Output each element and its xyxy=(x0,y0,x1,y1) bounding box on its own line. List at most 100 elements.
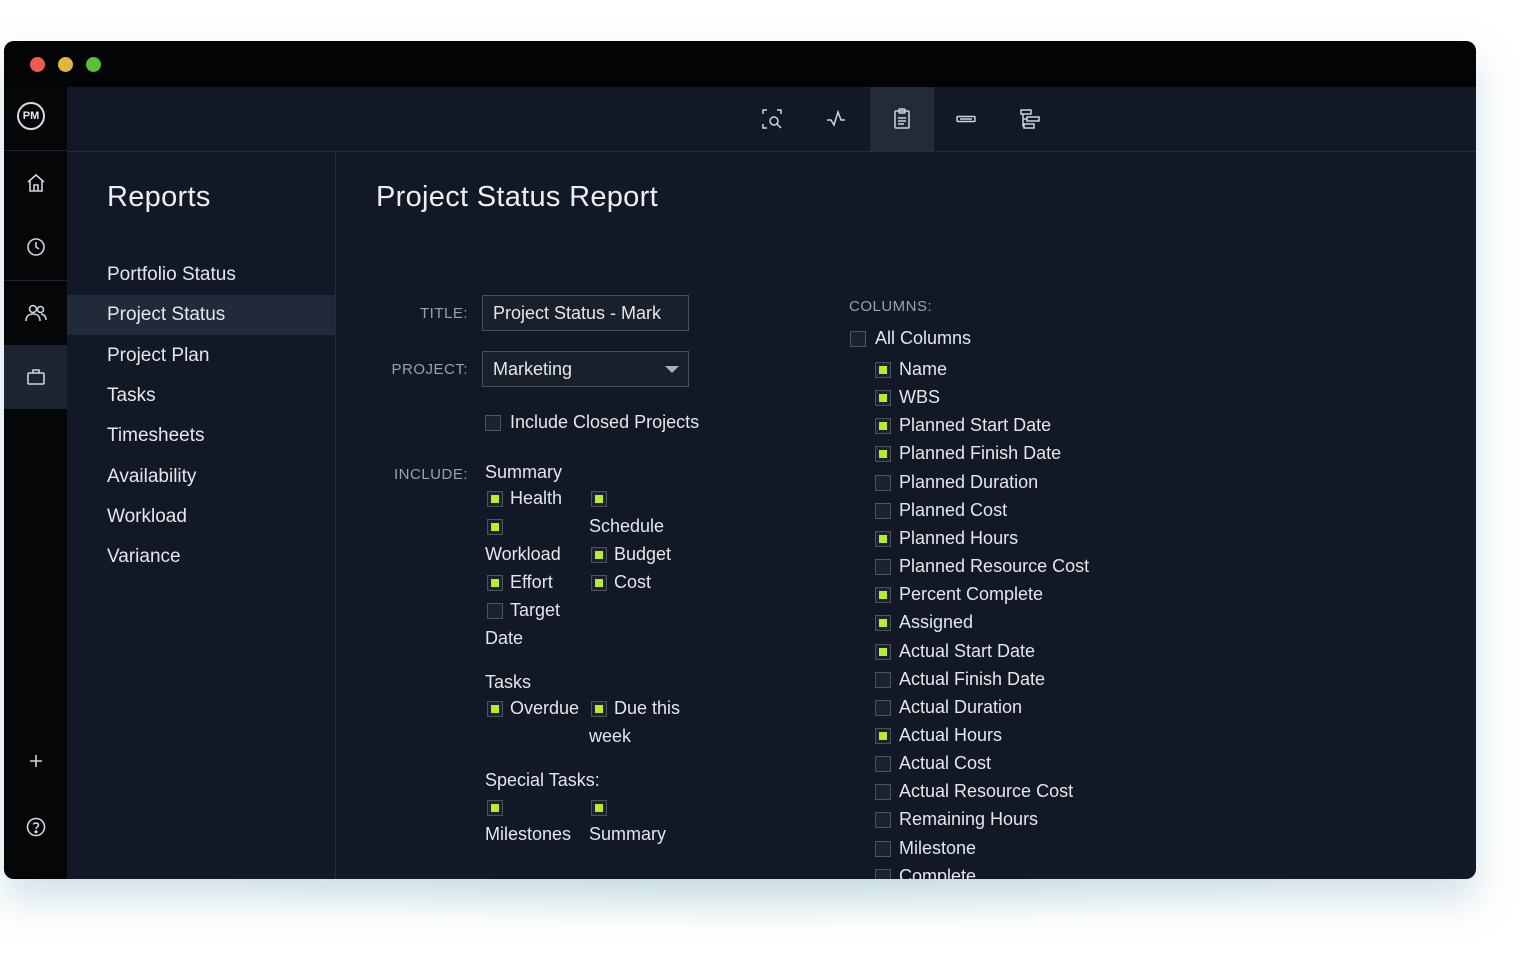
close-window-button[interactable] xyxy=(30,57,45,72)
column-planned-finish-date-checkbox[interactable] xyxy=(875,446,891,462)
cost-label: Cost xyxy=(614,572,652,592)
column-actual-start-date-checkbox[interactable] xyxy=(875,644,891,660)
effort-checkbox[interactable] xyxy=(487,575,503,591)
column-remaining-hours-checkbox[interactable] xyxy=(875,812,891,828)
column-planned-duration-label: Planned Duration xyxy=(899,472,1039,492)
page-title: Project Status Report xyxy=(376,181,658,213)
column-complete-checkbox[interactable] xyxy=(875,869,891,879)
icon-rail: PM xyxy=(4,87,67,879)
due-this-week-label-line2: week xyxy=(589,726,632,746)
column-wbs-label: WBS xyxy=(899,387,941,407)
schedule-label: Schedule xyxy=(589,516,665,536)
all-columns-checkbox[interactable] xyxy=(850,331,866,347)
include-closed-label: Include Closed Projects xyxy=(510,412,700,432)
target-date-label-line2: Date xyxy=(485,628,524,648)
pm-logo[interactable]: PM xyxy=(17,102,45,130)
milestones-label: Milestones xyxy=(485,824,572,844)
column-actual-cost-label: Actual Cost xyxy=(899,753,992,773)
sidebar-item-tasks[interactable]: Tasks xyxy=(67,376,335,416)
sidebar-item-portfolio-status[interactable]: Portfolio Status xyxy=(67,255,335,295)
help-icon[interactable] xyxy=(4,795,67,859)
project-select[interactable]: Marketing xyxy=(482,351,689,387)
column-planned-start-date-label: Planned Start Date xyxy=(899,415,1052,435)
column-actual-cost-checkbox[interactable] xyxy=(875,756,891,772)
reports-sidebar: Reports Portfolio Status Project Status … xyxy=(67,152,336,879)
column-complete-label: Complete xyxy=(899,866,977,879)
column-actual-duration-label: Actual Duration xyxy=(899,697,1023,717)
column-milestone-checkbox[interactable] xyxy=(875,841,891,857)
health-label: Health xyxy=(510,488,563,508)
briefcase-icon[interactable] xyxy=(4,345,67,409)
tasks-heading: Tasks xyxy=(485,672,532,692)
special-summary-checkbox[interactable] xyxy=(591,800,607,816)
milestones-checkbox[interactable] xyxy=(487,800,503,816)
column-actual-hours-label: Actual Hours xyxy=(899,725,1003,745)
pulse-icon[interactable] xyxy=(804,87,868,151)
minimize-window-button[interactable] xyxy=(58,57,73,72)
columns-label: COLUMNS: xyxy=(849,298,933,315)
include-closed-checkbox[interactable] xyxy=(485,415,501,431)
column-actual-hours-checkbox[interactable] xyxy=(875,728,891,744)
sidebar-title: Reports xyxy=(107,181,211,213)
column-actual-start-date-label: Actual Start Date xyxy=(899,641,1036,661)
column-assigned-label: Assigned xyxy=(899,612,974,632)
column-name-label: Name xyxy=(899,359,948,379)
target-date-checkbox[interactable] xyxy=(487,603,503,619)
column-planned-finish-date-label: Planned Finish Date xyxy=(899,443,1062,463)
plus-icon[interactable] xyxy=(4,729,67,793)
hierarchy-icon[interactable] xyxy=(998,87,1062,151)
overdue-checkbox[interactable] xyxy=(487,701,503,717)
column-percent-complete-label: Percent Complete xyxy=(899,584,1044,604)
summary-heading: Summary xyxy=(485,462,563,482)
column-actual-duration-checkbox[interactable] xyxy=(875,700,891,716)
column-planned-hours-checkbox[interactable] xyxy=(875,531,891,547)
column-percent-complete-checkbox[interactable] xyxy=(875,587,891,603)
sidebar-item-workload[interactable]: Workload xyxy=(67,497,335,537)
clock-icon[interactable] xyxy=(4,215,67,279)
top-toolbar xyxy=(67,87,1476,152)
bar-icon[interactable] xyxy=(934,87,998,151)
overdue-label: Overdue xyxy=(510,698,580,718)
column-milestone-label: Milestone xyxy=(899,838,977,858)
health-checkbox[interactable] xyxy=(487,491,503,507)
budget-label: Budget xyxy=(614,544,672,564)
schedule-checkbox[interactable] xyxy=(591,491,607,507)
clipboard-icon[interactable] xyxy=(870,87,934,151)
sidebar-item-availability[interactable]: Availability xyxy=(67,457,335,497)
column-actual-resource-cost-checkbox[interactable] xyxy=(875,784,891,800)
project-label: PROJECT: xyxy=(391,361,468,378)
column-actual-finish-date-checkbox[interactable] xyxy=(875,672,891,688)
cost-checkbox[interactable] xyxy=(591,575,607,591)
sidebar-item-project-status[interactable]: Project Status xyxy=(67,295,335,335)
special-tasks-heading: Special Tasks: xyxy=(485,770,600,790)
project-select-value: Marketing xyxy=(493,359,573,379)
sidebar-item-variance[interactable]: Variance xyxy=(67,537,335,577)
due-this-week-label-line1: Due this xyxy=(614,698,681,718)
sidebar-item-project-plan[interactable]: Project Plan xyxy=(67,336,335,376)
maximize-window-button[interactable] xyxy=(86,57,101,72)
people-icon[interactable] xyxy=(4,281,67,345)
column-planned-duration-checkbox[interactable] xyxy=(875,475,891,491)
target-date-label-line1: Target xyxy=(510,600,561,620)
zoom-selection-icon[interactable] xyxy=(740,87,804,151)
include-label: INCLUDE: xyxy=(393,466,468,483)
workload-label: Workload xyxy=(485,544,561,564)
effort-label: Effort xyxy=(510,572,553,592)
home-icon[interactable] xyxy=(4,151,67,215)
sidebar-item-timesheets[interactable]: Timesheets xyxy=(67,416,335,456)
chevron-down-icon xyxy=(665,366,679,373)
title-input[interactable]: Project Status - Mark xyxy=(482,295,689,331)
due-this-week-checkbox[interactable] xyxy=(591,701,607,717)
column-name-checkbox[interactable] xyxy=(875,362,891,378)
column-planned-resource-cost-label: Planned Resource Cost xyxy=(899,556,1090,576)
column-planned-cost-checkbox[interactable] xyxy=(875,503,891,519)
title-bar xyxy=(4,41,1476,87)
title-label: TITLE: xyxy=(419,305,468,322)
column-assigned-checkbox[interactable] xyxy=(875,615,891,631)
budget-checkbox[interactable] xyxy=(591,547,607,563)
column-planned-start-date-checkbox[interactable] xyxy=(875,418,891,434)
column-wbs-checkbox[interactable] xyxy=(875,390,891,406)
workload-checkbox[interactable] xyxy=(487,519,503,535)
column-planned-resource-cost-checkbox[interactable] xyxy=(875,559,891,575)
column-planned-hours-label: Planned Hours xyxy=(899,528,1019,548)
